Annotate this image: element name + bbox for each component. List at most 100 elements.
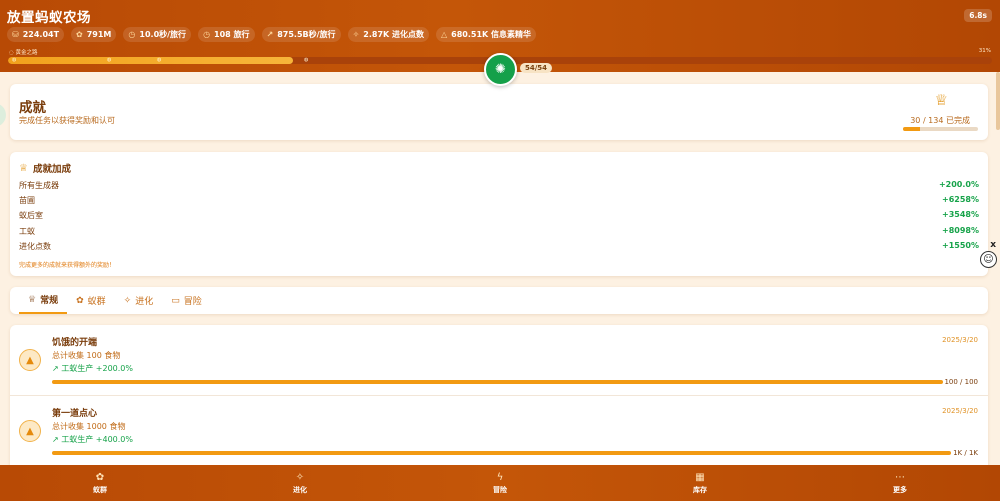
achievement-list: ▲ 饥饿的开端 2025/3/20 总计收集 100 食物 ↗ 工蚁生产 +20… — [10, 325, 988, 475]
bonus-label: 工蚁 — [19, 227, 35, 236]
nav-label: 冒险 — [493, 485, 507, 494]
essence-icon: △ — [441, 30, 448, 39]
milestone-icon: ◍ — [12, 57, 17, 63]
clock-icon: ◷ — [128, 30, 136, 39]
food-pile-icon: ▲ — [19, 349, 41, 371]
colony-count-badge: 54/54 — [520, 63, 553, 73]
list-item[interactable]: ▲ 饥饿的开端 2025/3/20 总计收集 100 食物 ↗ 工蚁生产 +20… — [10, 325, 988, 396]
nav-colony[interactable]: ✿ 蚁群 — [0, 465, 200, 501]
milestone-icon: ◍ — [107, 57, 112, 63]
tab-label: 冒险 — [183, 297, 202, 307]
nav-label: 进化 — [293, 485, 307, 494]
tab-label: 常规 — [40, 296, 59, 306]
achievement-reward: ↗ 工蚁生产 +200.0% — [52, 364, 133, 373]
bonus-row: 所有生成器 +200.0% — [19, 180, 979, 194]
stat-pheromone-essence: △ 680.51K 信息素精华 — [436, 27, 537, 42]
trophy-icon: ♕ — [19, 162, 28, 174]
stat-ants: ✿ 791M — [71, 27, 117, 42]
stat-evolution-points: ✧ 2.87K 进化点数 — [347, 27, 429, 42]
achievement-date: 2025/3/20 — [942, 407, 978, 415]
stage-percent: 31% — [978, 48, 991, 54]
tab-label: 进化 — [135, 297, 154, 307]
resource-stats: ⛁ 224.04T ✿ 791M ◷ 10.0秒/旅行 ◷ 108 旅行 ↗ 875.5B… — [7, 27, 537, 42]
bonus-row: 进化点数 +1550% — [19, 241, 979, 255]
nav-label: 更多 — [893, 485, 907, 494]
stat-value: 680.51K 信息素精华 — [451, 30, 532, 39]
ant-emblem-icon: ✺ — [495, 62, 506, 77]
stat-rate: ↗ 875.5B秒/旅行 — [261, 27, 341, 42]
achievement-tabs: ♕ 常规 ✿ 蚁群 ✧ 进化 ▭ 冒险 — [10, 287, 988, 314]
completion-progress-bar — [903, 127, 978, 131]
achievement-description: 总计收集 100 食物 — [52, 351, 121, 360]
bonus-row: 蚁后室 +3548% — [19, 210, 979, 224]
helper-bot-icon[interactable]: ☺ — [980, 251, 997, 268]
milestone-icon: ◍ — [304, 57, 309, 63]
app-title: 放置蚂蚁农场 — [7, 10, 91, 26]
food-icon: ⛁ — [12, 30, 19, 39]
achievement-count: 100 / 100 — [944, 378, 978, 386]
achievement-progress-bar — [52, 451, 951, 455]
achievement-date: 2025/3/20 — [942, 336, 978, 344]
nav-inventory[interactable]: ▦ 库存 — [600, 465, 800, 501]
stat-food: ⛁ 224.04T — [7, 27, 65, 42]
ant-icon: ✿ — [76, 295, 84, 306]
stat-value: 875.5B秒/旅行 — [277, 30, 336, 39]
stat-value: 224.04T — [22, 30, 60, 39]
bonus-row: 工蚁 +8098% — [19, 226, 979, 240]
sparkle-icon: ✧ — [295, 471, 305, 483]
close-helper-button[interactable]: x — [990, 240, 996, 250]
bonus-value: +6258% — [942, 195, 979, 204]
nav-more[interactable]: ⋯ 更多 — [800, 465, 1000, 501]
stage-label: ◌ 黄金之路 — [9, 50, 38, 56]
side-panel-handle[interactable] — [0, 103, 6, 127]
nav-evolution[interactable]: ✧ 进化 — [200, 465, 400, 501]
achievement-reward: ↗ 工蚁生产 +400.0% — [52, 435, 133, 444]
achievements-summary-card: 成就 完成任务以获得奖励和认可 ♕ 30 / 134 已完成 — [10, 84, 988, 140]
more-icon: ⋯ — [895, 471, 905, 483]
bonus-value: +200.0% — [938, 180, 979, 189]
bonus-label: 苗圃 — [19, 196, 35, 205]
tab-label: 蚁群 — [87, 297, 106, 307]
bonus-row: 苗圃 +6258% — [19, 195, 979, 209]
completion-progress-fill — [903, 127, 920, 131]
tab-evolution[interactable]: ✧ 进化 — [115, 287, 163, 314]
trophy-icon: ♕ — [934, 91, 948, 109]
bonus-label: 蚁后室 — [19, 211, 43, 220]
nav-adventure[interactable]: ϟ 冒险 — [400, 465, 600, 501]
bonus-value: +1550% — [942, 241, 979, 250]
tab-general[interactable]: ♕ 常规 — [19, 287, 68, 314]
stat-value: 10.0秒/旅行 — [139, 30, 187, 39]
lightning-icon: ϟ — [496, 471, 504, 483]
stage-milestones: ◍ ◍ ◍ ◍ — [12, 57, 312, 64]
nav-label: 库存 — [693, 485, 707, 494]
ant-icon: ✿ — [76, 30, 83, 39]
achievement-name: 饥饿的开端 — [52, 338, 98, 348]
bonus-title: 成就加成 — [32, 164, 71, 175]
bottom-nav: ✿ 蚁群 ✧ 进化 ϟ 冒险 ▦ 库存 ⋯ 更多 — [0, 465, 1000, 501]
clock-icon: ◷ — [203, 30, 211, 39]
stat-value: 108 旅行 — [214, 30, 250, 39]
bonus-header: ♕ 成就加成 — [19, 161, 71, 176]
bonus-label: 所有生成器 — [19, 181, 59, 190]
completion-text: 30 / 134 已完成 — [910, 116, 970, 125]
scrollbar[interactable] — [996, 72, 1000, 130]
achievement-description: 总计收集 1000 食物 — [52, 422, 126, 431]
achievement-count: 1K / 1K — [953, 449, 978, 457]
map-icon: ▭ — [171, 295, 180, 306]
stat-trips: ◷ 108 旅行 — [198, 27, 255, 42]
tab-adventure[interactable]: ▭ 冒险 — [162, 287, 211, 314]
list-item[interactable]: ▲ 第一道点心 2025/3/20 总计收集 1000 食物 ↗ 工蚁生产 +4… — [10, 396, 988, 467]
stat-value: 791M — [86, 30, 112, 39]
food-pile-icon: ▲ — [19, 420, 41, 442]
page-title: 成就 — [19, 100, 46, 116]
colony-hub-button[interactable]: ✺ — [484, 53, 517, 86]
page-subtitle: 完成任务以获得奖励和认可 — [19, 116, 115, 125]
bonus-label: 进化点数 — [19, 242, 51, 251]
tab-colony[interactable]: ✿ 蚁群 — [67, 287, 115, 314]
stat-value: 2.87K 进化点数 — [363, 30, 424, 39]
achievement-name: 第一道点心 — [52, 409, 98, 419]
evolution-icon: ✧ — [352, 30, 360, 39]
sparkle-icon: ✧ — [123, 295, 132, 306]
milestone-icon: ◍ — [157, 57, 162, 63]
nav-label: 蚁群 — [93, 485, 107, 494]
